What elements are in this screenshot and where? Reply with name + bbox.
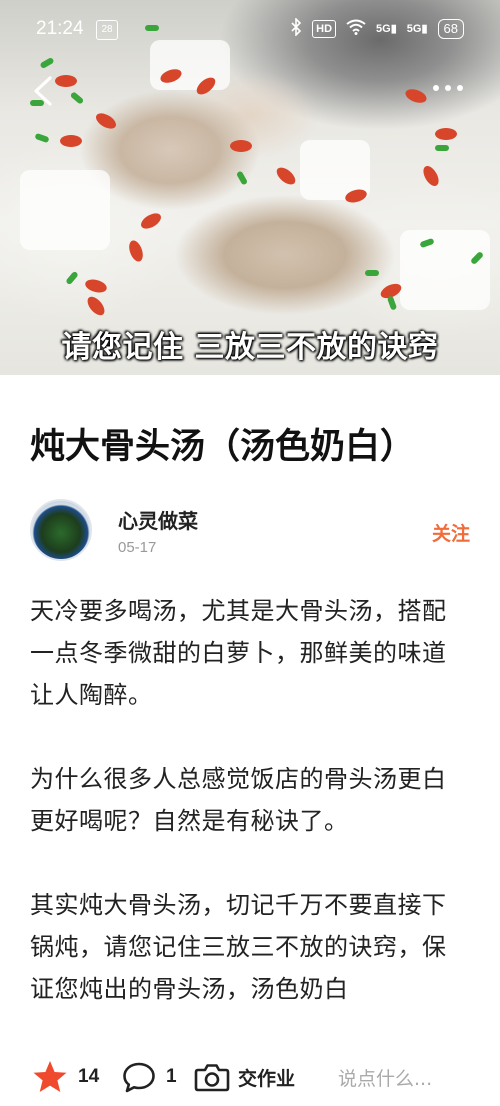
battery-indicator: 68 <box>437 18 464 39</box>
scallion-piece <box>435 145 449 151</box>
goji-berry <box>83 277 109 295</box>
comment-input[interactable]: 说点什么... <box>338 1064 432 1091</box>
homework-label: 交作业 <box>238 1067 296 1090</box>
goji-berry <box>93 110 119 132</box>
hd-indicator: HD <box>312 19 337 38</box>
scallion-piece <box>34 132 50 144</box>
scallion-piece <box>69 91 85 105</box>
author-row: 心灵做菜 05-17 关注 <box>30 497 470 567</box>
scallion-piece <box>365 270 379 276</box>
comment-button[interactable]: 1 <box>122 1061 177 1093</box>
wifi-icon <box>346 19 366 38</box>
goji-berry <box>60 135 82 147</box>
goji-berry <box>55 75 77 87</box>
hero-image: 21:24 28 HD 5G▮ 5G▮ 68 请您记住 三放三不放的诀窍 <box>0 0 500 375</box>
article-title: 炖大骨头汤（汤色奶白） <box>30 427 416 467</box>
star-icon <box>33 1061 67 1092</box>
avatar[interactable] <box>30 499 92 561</box>
back-arrow-icon[interactable] <box>30 74 58 108</box>
article-paragraph: 其实炖大骨头汤，切记千万不要直接下锅炖，请您记住三放三不放的诀窍，保证您炖出的骨… <box>30 891 447 1003</box>
signal-5g-icon: 5G▮ <box>406 23 428 35</box>
favorite-button[interactable]: 14 <box>32 1060 99 1094</box>
goji-berry <box>420 163 442 189</box>
bottom-action-bar: 14 1 交作业 说点什么... <box>0 1046 500 1106</box>
comment-count: 1 <box>166 1066 177 1087</box>
publish-date: 05-17 <box>118 539 157 556</box>
goji-berry <box>435 128 457 140</box>
goji-berry <box>230 140 252 152</box>
scallion-piece <box>235 170 249 186</box>
goji-berry <box>126 238 146 264</box>
signal-5g-icon: 5G▮ <box>376 23 397 35</box>
scallion-piece <box>65 270 79 286</box>
video-caption: 请您记住 三放三不放的诀窍 <box>61 330 439 365</box>
article-paragraph: 天冷要多喝汤，尤其是大骨头汤，搭配一点冬季微甜的白萝卜，那鲜美的味道让人陶醉。 <box>30 597 447 709</box>
notification-badge: 28 <box>96 20 118 40</box>
status-bar: 21:24 28 HD 5G▮ 5G▮ 68 <box>0 0 500 60</box>
submit-homework-button[interactable]: 交作业 <box>194 1061 295 1093</box>
more-dots-icon[interactable] <box>430 78 466 98</box>
favorite-count: 14 <box>78 1066 100 1087</box>
food-texture <box>20 170 110 250</box>
status-icons: HD 5G▮ 5G▮ 68 <box>290 17 464 39</box>
goji-berry <box>84 293 108 319</box>
goji-berry <box>138 210 164 232</box>
goji-berry <box>273 164 299 188</box>
goji-berry <box>403 86 429 106</box>
comment-bubble-icon <box>123 1062 155 1093</box>
follow-button[interactable]: 关注 <box>432 519 470 546</box>
scallion-piece <box>386 295 398 311</box>
article-body: 天冷要多喝汤，尤其是大骨头汤，搭配一点冬季微甜的白萝卜，那鲜美的味道让人陶醉。 … <box>30 590 470 1045</box>
author-name[interactable]: 心灵做菜 <box>118 505 198 534</box>
food-texture <box>400 230 490 310</box>
bluetooth-icon <box>290 17 302 39</box>
camera-icon <box>194 1064 230 1092</box>
article-paragraph: 为什么很多人总感觉饭店的骨头汤更白更好喝呢？自然是有秘诀了。 <box>30 765 447 835</box>
status-time: 21:24 <box>36 18 84 39</box>
